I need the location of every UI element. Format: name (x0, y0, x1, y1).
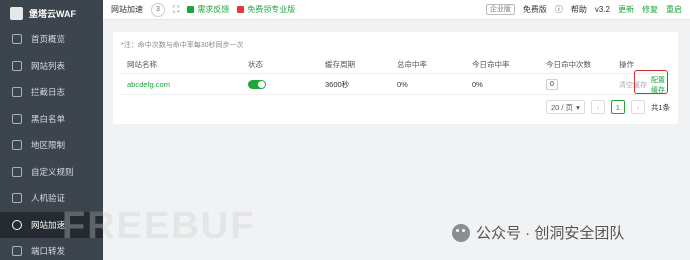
help-link[interactable]: 帮助 (571, 4, 587, 15)
region-icon (12, 140, 22, 151)
pro-label: 免费领专业版 (247, 5, 296, 14)
total-count: 共1条 (650, 102, 670, 112)
site-name-link[interactable]: abcdefg.com (127, 80, 170, 89)
port-icon (12, 246, 22, 257)
highlight-box (634, 70, 668, 94)
update-link[interactable]: 更新 (618, 4, 634, 15)
feedback-label: 需求反馈 (197, 5, 230, 14)
count-badge: 3 (151, 2, 165, 17)
sync-note: *注：命中次数与命中率每30秒同步一次 (121, 42, 244, 49)
cache-period: 3600秒 (325, 80, 350, 89)
wechat-icon (452, 223, 470, 242)
today-hit-rate: 0% (472, 80, 483, 89)
total-hit-rate: 0% (397, 80, 408, 89)
expand-icon[interactable]: ⛶ (173, 4, 179, 15)
logo-icon (10, 6, 23, 20)
pagination: 20 / 页 ▾ ‹ 1 › 共1条 (545, 100, 670, 114)
page-size-value: 20 / 页 (550, 102, 574, 112)
enterprise-badge[interactable]: 企业版 (485, 4, 515, 15)
column-header: 状态 (248, 60, 263, 69)
pro-link[interactable]: 免费领专业版 (237, 4, 295, 15)
column-header: 网站名称 (127, 60, 157, 69)
column-header: 总命中率 (397, 60, 427, 69)
sidebar-item-sites[interactable]: 网站列表 (0, 53, 103, 80)
sidebar-item-label: 黑白名单 (31, 113, 66, 124)
sidebar-item-logs[interactable]: 拦截日志 (0, 79, 103, 106)
rule-icon (12, 166, 22, 177)
sidebar-item-region[interactable]: 地区限制 (0, 132, 103, 159)
edition-label: 免费版 (522, 5, 547, 14)
brand-name: 堡塔云WAF (29, 8, 76, 19)
repair-link[interactable]: 修复 (642, 4, 658, 15)
freebuf-watermark: FREEBUF (62, 205, 256, 247)
page-title: 网站加速 (111, 5, 143, 14)
prev-page-button[interactable]: ‹ (590, 100, 605, 114)
sidebar-item-label: 端口转发 (31, 246, 66, 257)
status-toggle[interactable] (248, 80, 266, 89)
column-header: 今日命中次数 (546, 60, 591, 69)
top-bar: 网站加速 3 ⛶ 需求反馈 免费领专业版 企业版 免费版 ⓘ 帮助 v3.2 更… (103, 0, 690, 20)
column-header: 缓存周期 (325, 60, 355, 69)
chevron-down-icon: ▾ (576, 102, 580, 112)
wechat-watermark-text: 公众号 · 创洞安全团队 (476, 225, 625, 242)
table-header: 网站名称 状态 缓存周期 总命中率 今日命中率 今日命中次数 操作 (121, 56, 670, 74)
help-icon: ⓘ (554, 5, 563, 14)
feedback-icon (187, 6, 195, 13)
sidebar-item-label: 拦截日志 (31, 87, 66, 98)
sidebar-item-label: 人机验证 (31, 193, 66, 204)
chevron-right-icon: › (636, 102, 640, 112)
column-header: 今日命中率 (472, 60, 510, 69)
gift-icon (237, 6, 245, 13)
version-label: v3.2 (594, 5, 610, 14)
page-button-current[interactable]: 1 (610, 100, 625, 114)
next-page-button[interactable]: › (630, 100, 645, 114)
today-hits: 0 (546, 79, 558, 90)
sidebar-item-label: 网站列表 (31, 60, 66, 71)
sidebar-item-label: 网站加速 (31, 219, 66, 230)
home-icon (12, 34, 22, 45)
list-icon (12, 60, 22, 71)
sidebar-item-custom-rules[interactable]: 自定义规则 (0, 159, 103, 186)
user-icon (12, 113, 22, 124)
person-icon (12, 193, 22, 204)
sidebar-item-home[interactable]: 首页概览 (0, 26, 103, 53)
sidebar-item-blackwhite[interactable]: 黑白名单 (0, 106, 103, 133)
restart-link[interactable]: 重启 (666, 4, 682, 15)
sidebar-item-label: 地区限制 (31, 140, 66, 151)
speed-icon (12, 219, 22, 230)
page-size-select[interactable]: 20 / 页 ▾ (545, 100, 585, 114)
wechat-watermark: 公众号 · 创洞安全团队 (452, 222, 624, 243)
column-header: 操作 (619, 60, 634, 69)
feedback-link[interactable]: 需求反馈 (187, 4, 229, 15)
acceleration-panel: *注：命中次数与命中率每30秒同步一次 网站名称 状态 缓存周期 总命中率 今日… (113, 32, 678, 124)
sidebar-item-label: 自定义规则 (31, 166, 74, 177)
chevron-left-icon: ‹ (596, 102, 600, 112)
brand: 堡塔云WAF (0, 0, 103, 26)
table-row: abcdefg.com 3600秒 0% 0% 0 清空缓存 配置缓存 (121, 75, 670, 95)
log-icon (12, 87, 22, 98)
sidebar-item-label: 首页概览 (31, 34, 66, 45)
